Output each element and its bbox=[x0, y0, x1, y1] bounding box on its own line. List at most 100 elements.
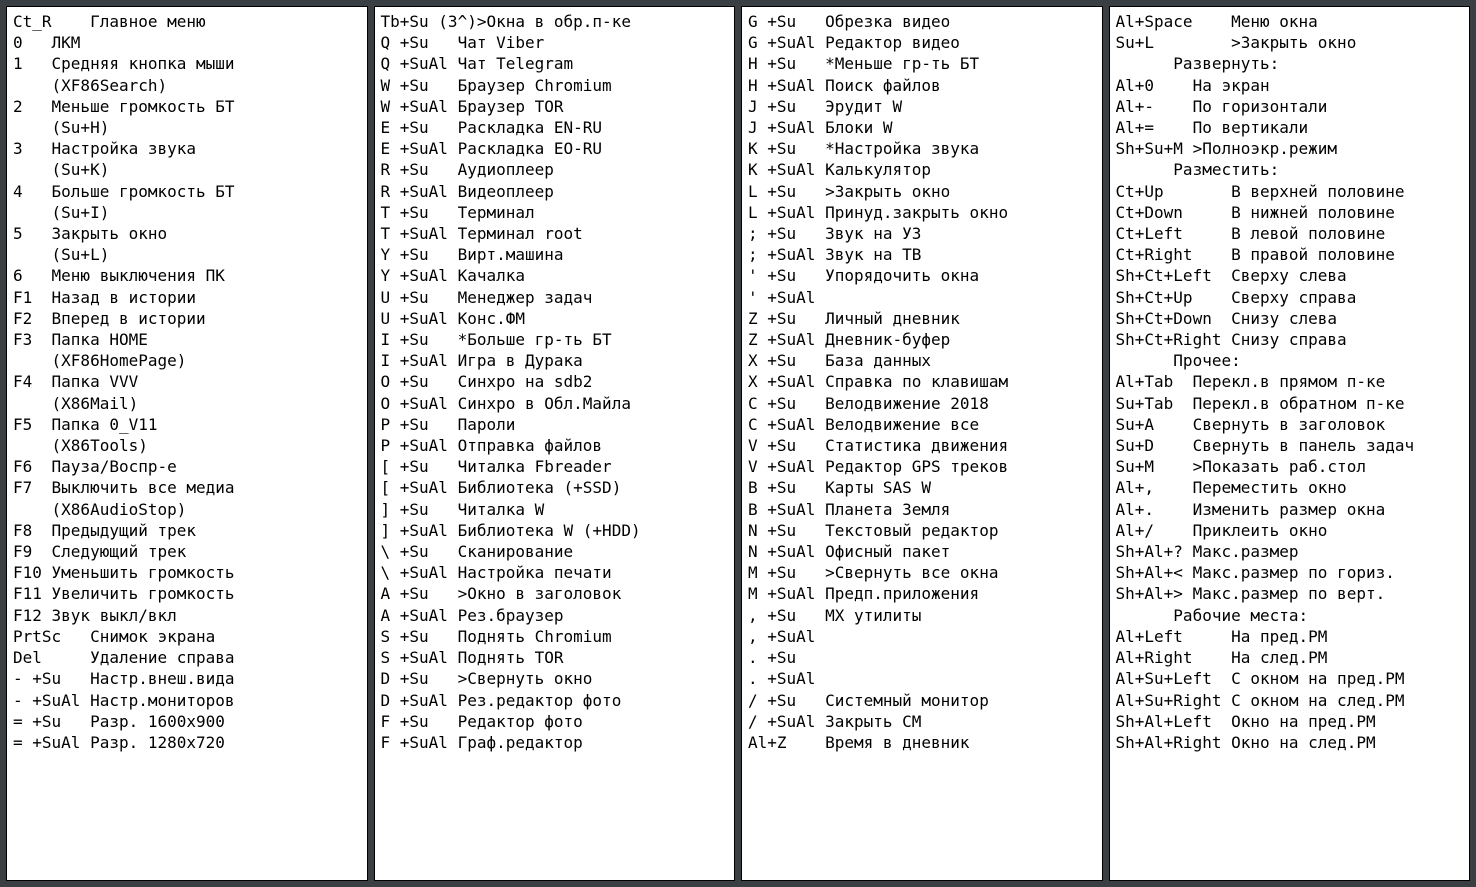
shortcut-line: U +Su Менеджер задач bbox=[381, 287, 731, 308]
shortcut-line: Su+D Свернуть в панель задач bbox=[1116, 435, 1466, 456]
shortcut-line: F11 Увеличить громкость bbox=[13, 583, 363, 604]
shortcut-line: Su+Tab Перекл.в обратном п-ке bbox=[1116, 393, 1466, 414]
shortcut-line: F4 Папка VVV bbox=[13, 371, 363, 392]
shortcut-line: E +SuAl Раскладка EO-RU bbox=[381, 138, 731, 159]
shortcut-line: F10 Уменьшить громкость bbox=[13, 562, 363, 583]
shortcut-line: I +Su *Больше гр-ть БТ bbox=[381, 329, 731, 350]
shortcut-line: R +SuAl Видеоплеер bbox=[381, 181, 731, 202]
shortcut-line: - +SuAl Настр.мониторов bbox=[13, 690, 363, 711]
shortcut-line: 4 Больше громкость БТ bbox=[13, 181, 363, 202]
shortcut-line: 1 Средняя кнопка мыши bbox=[13, 53, 363, 74]
shortcut-line: V +SuAl Редактор GPS треков bbox=[748, 456, 1098, 477]
shortcut-line: L +Su >Закрыть окно bbox=[748, 181, 1098, 202]
shortcut-line: 0 ЛКМ bbox=[13, 32, 363, 53]
shortcut-line: = +Su Разр. 1600x900 bbox=[13, 711, 363, 732]
shortcut-line: C +Su Велодвижение 2018 bbox=[748, 393, 1098, 414]
shortcut-line: , +Su MX утилиты bbox=[748, 605, 1098, 626]
shortcut-line: F +SuAl Граф.редактор bbox=[381, 732, 731, 753]
shortcut-line: U +SuAl Конс.ФМ bbox=[381, 308, 731, 329]
cheatsheet-grid: Ct_R Главное меню0 ЛКМ1 Средняя кнопка м… bbox=[0, 0, 1476, 887]
shortcut-line: F8 Предыдущий трек bbox=[13, 520, 363, 541]
shortcut-line: / +SuAl Закрыть СМ bbox=[748, 711, 1098, 732]
shortcut-line: S +Su Поднять Chromium bbox=[381, 626, 731, 647]
shortcut-line: Al+, Переместить окно bbox=[1116, 477, 1466, 498]
shortcut-line: Рабочие места: bbox=[1116, 605, 1466, 626]
shortcut-line: N +SuAl Офисный пакет bbox=[748, 541, 1098, 562]
shortcut-line: N +Su Текстовый редактор bbox=[748, 520, 1098, 541]
shortcut-line: Y +SuAl Качалка bbox=[381, 265, 731, 286]
shortcut-line: Del Удаление справа bbox=[13, 647, 363, 668]
shortcut-line: V +Su Статистика движения bbox=[748, 435, 1098, 456]
shortcut-line: Al+Su+Left С окном на пред.РМ bbox=[1116, 668, 1466, 689]
shortcut-line: I +SuAl Игра в Дурака bbox=[381, 350, 731, 371]
shortcut-line: Al+- По горизонтали bbox=[1116, 96, 1466, 117]
shortcut-line: A +SuAl Рез.браузер bbox=[381, 605, 731, 626]
shortcut-line: Al+Tab Перекл.в прямом п-ке bbox=[1116, 371, 1466, 392]
shortcut-line: Z +SuAl Дневник-буфер bbox=[748, 329, 1098, 350]
shortcut-line: Прочее: bbox=[1116, 350, 1466, 371]
shortcut-line: Z +Su Личный дневник bbox=[748, 308, 1098, 329]
shortcut-line: \ +SuAl Настройка печати bbox=[381, 562, 731, 583]
shortcut-line: (X86Mail) bbox=[13, 393, 363, 414]
shortcut-line: Al+Su+Right С окном на след.РМ bbox=[1116, 690, 1466, 711]
shortcut-line: Sh+Ct+Right Снизу справа bbox=[1116, 329, 1466, 350]
shortcut-line: C +SuAl Велодвижение все bbox=[748, 414, 1098, 435]
shortcut-line: D +SuAl Рез.редактор фото bbox=[381, 690, 731, 711]
shortcut-line: ' +Su Упорядочить окна bbox=[748, 265, 1098, 286]
shortcut-line: Al+= По вертикали bbox=[1116, 117, 1466, 138]
shortcut-line: L +SuAl Принуд.закрыть окно bbox=[748, 202, 1098, 223]
shortcut-line: ; +Su Звук на УЗ bbox=[748, 223, 1098, 244]
shortcut-line: Tb+Su (3^)>Окна в обр.п-ке bbox=[381, 11, 731, 32]
shortcut-line: 2 Меньше громкость БТ bbox=[13, 96, 363, 117]
shortcut-line: Ct+Left В левой половине bbox=[1116, 223, 1466, 244]
shortcut-line: ] +SuAl Библиотека W (+HDD) bbox=[381, 520, 731, 541]
shortcut-line: (XF86HomePage) bbox=[13, 350, 363, 371]
shortcut-line: (Su+L) bbox=[13, 244, 363, 265]
shortcut-line: F9 Следующий трек bbox=[13, 541, 363, 562]
shortcut-line: P +SuAl Отправка файлов bbox=[381, 435, 731, 456]
shortcut-line: Sh+Ct+Left Сверху слева bbox=[1116, 265, 1466, 286]
shortcut-line: F1 Назад в истории bbox=[13, 287, 363, 308]
shortcut-line: S +SuAl Поднять TOR bbox=[381, 647, 731, 668]
shortcut-line: G +Su Обрезка видео bbox=[748, 11, 1098, 32]
shortcut-line: O +Su Синхро на sdb2 bbox=[381, 371, 731, 392]
shortcut-line: H +Su *Меньше гр-ть БТ bbox=[748, 53, 1098, 74]
shortcut-line: O +SuAl Синхро в Обл.Майла bbox=[381, 393, 731, 414]
shortcut-line: Q +Su Чат Viber bbox=[381, 32, 731, 53]
shortcut-line: ] +Su Читалка W bbox=[381, 499, 731, 520]
shortcut-line: F5 Папка 0_V11 bbox=[13, 414, 363, 435]
shortcut-line: \ +Su Сканирование bbox=[381, 541, 731, 562]
panel-col1: Ct_R Главное меню0 ЛКМ1 Средняя кнопка м… bbox=[6, 6, 368, 881]
shortcut-line: Su+A Свернуть в заголовок bbox=[1116, 414, 1466, 435]
shortcut-line: Sh+Su+M >Полноэкр.режим bbox=[1116, 138, 1466, 159]
shortcut-line: J +SuAl Блоки W bbox=[748, 117, 1098, 138]
shortcut-line: Sh+Ct+Down Снизу слева bbox=[1116, 308, 1466, 329]
shortcut-line: W +SuAl Браузер TOR bbox=[381, 96, 731, 117]
shortcut-line: T +SuAl Терминал root bbox=[381, 223, 731, 244]
shortcut-line: = +SuAl Разр. 1280x720 bbox=[13, 732, 363, 753]
shortcut-line: (Su+I) bbox=[13, 202, 363, 223]
shortcut-line: [ +SuAl Библиотека (+SSD) bbox=[381, 477, 731, 498]
shortcut-line: Sh+Al+< Макс.размер по гориз. bbox=[1116, 562, 1466, 583]
shortcut-line: - +Su Настр.внеш.вида bbox=[13, 668, 363, 689]
shortcut-line: Ct+Right В правой половине bbox=[1116, 244, 1466, 265]
shortcut-line: Al+Right На след.РМ bbox=[1116, 647, 1466, 668]
shortcut-line: W +Su Браузер Chromium bbox=[381, 75, 731, 96]
shortcut-line: F12 Звук выкл/вкл bbox=[13, 605, 363, 626]
shortcut-line: Al+Space Меню окна bbox=[1116, 11, 1466, 32]
shortcut-line: Sh+Al+? Макс.размер bbox=[1116, 541, 1466, 562]
shortcut-line: Y +Su Вирт.машина bbox=[381, 244, 731, 265]
shortcut-line: G +SuAl Редактор видео bbox=[748, 32, 1098, 53]
panel-col3: G +Su Обрезка видеоG +SuAl Редактор виде… bbox=[741, 6, 1103, 881]
shortcut-line: . +Su bbox=[748, 647, 1098, 668]
shortcut-line: Al+/ Приклеить окно bbox=[1116, 520, 1466, 541]
shortcut-line: Sh+Al+Right Окно на след.РМ bbox=[1116, 732, 1466, 753]
shortcut-line: M +SuAl Предп.приложения bbox=[748, 583, 1098, 604]
shortcut-line: X +Su База данных bbox=[748, 350, 1098, 371]
shortcut-line: Ct_R Главное меню bbox=[13, 11, 363, 32]
shortcut-line: H +SuAl Поиск файлов bbox=[748, 75, 1098, 96]
shortcut-line: Al+Left На пред.РМ bbox=[1116, 626, 1466, 647]
shortcut-line: Su+L >Закрыть окно bbox=[1116, 32, 1466, 53]
shortcut-line: E +Su Раскладка EN-RU bbox=[381, 117, 731, 138]
shortcut-line: 6 Меню выключения ПК bbox=[13, 265, 363, 286]
